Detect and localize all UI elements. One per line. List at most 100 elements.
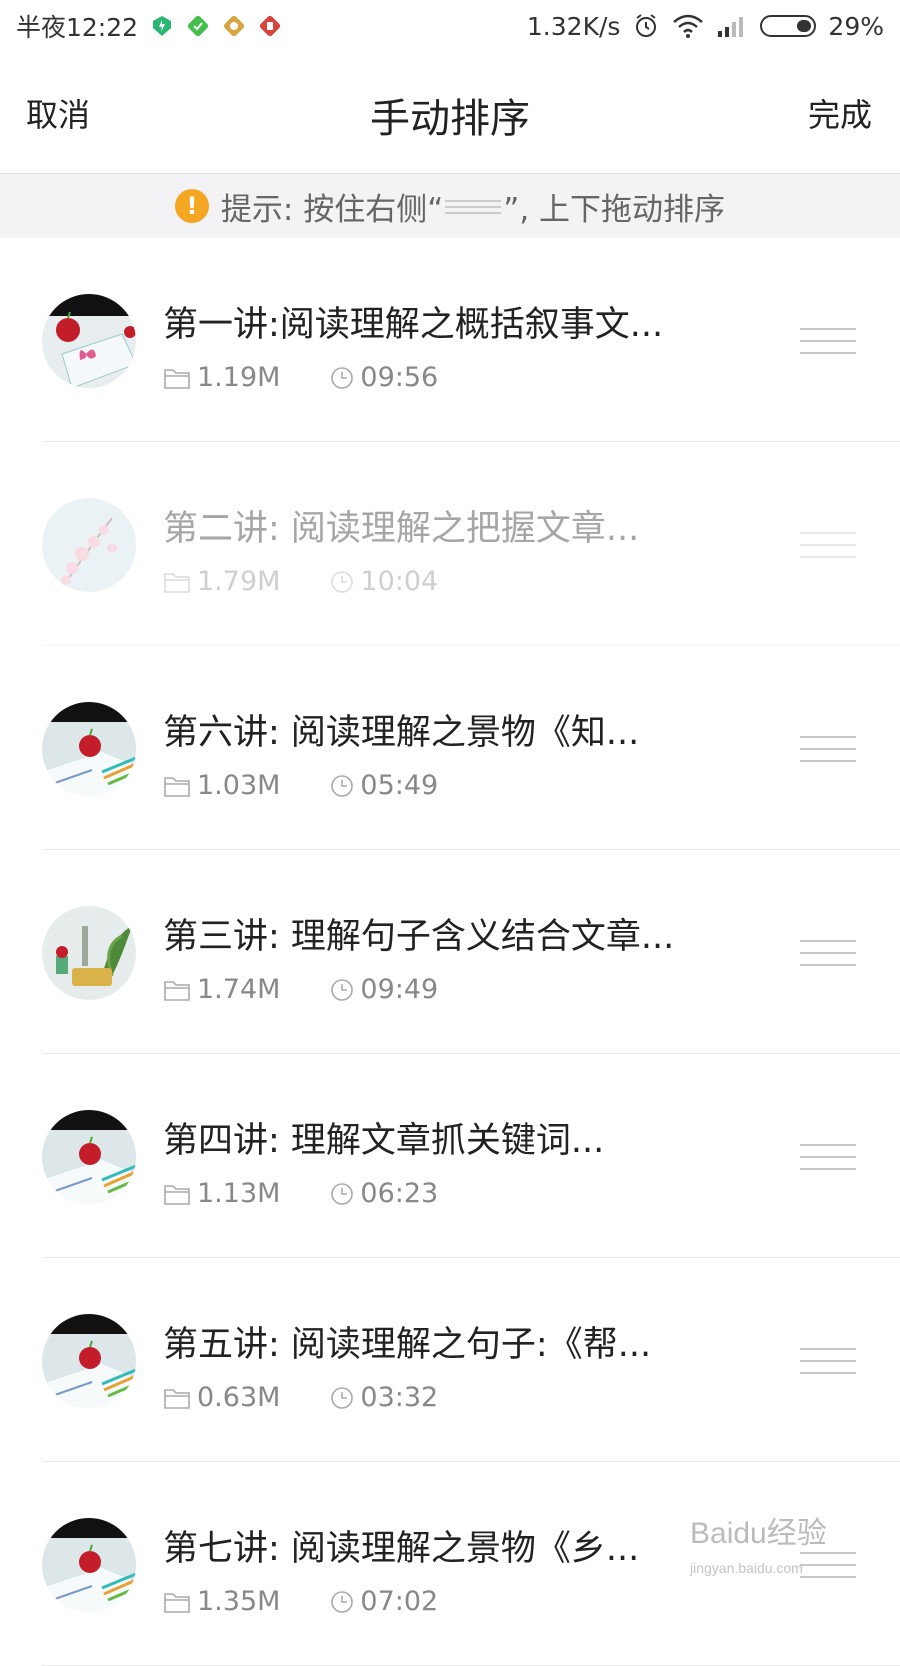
size-group: 1.79M	[163, 566, 280, 597]
gold-diamond-icon	[223, 15, 245, 37]
clock-icon	[331, 366, 354, 389]
lesson-duration: 09:49	[360, 974, 439, 1005]
duration-group: 09:56	[330, 362, 438, 393]
lesson-size: 1.79M	[197, 566, 281, 597]
lesson-row[interactable]: 第六讲: 阅读理解之景物《知... 1.03M 05:49	[0, 646, 900, 850]
lesson-meta: 1.03M 05:49	[163, 770, 438, 801]
lesson-duration: 03:32	[360, 1382, 439, 1413]
duration-group: 07:02	[330, 1586, 438, 1617]
duration-group: 10:04	[330, 566, 438, 597]
hint-suffix: ”, 上下拖动排序	[503, 191, 726, 228]
clock-icon	[331, 1182, 354, 1205]
lesson-duration: 07:02	[360, 1586, 439, 1617]
lesson-meta: 1.74M 09:49	[163, 974, 438, 1005]
clock-icon	[331, 1590, 354, 1613]
lesson-title: 第六讲: 阅读理解之景物《知...	[163, 713, 640, 753]
lesson-title: 第三讲: 理解句子含义结合文章...	[163, 917, 675, 957]
baidu-watermark: Baidu经验	[690, 1517, 827, 1550]
folder-icon	[164, 368, 190, 389]
page-title: 手动排序	[370, 96, 530, 142]
hint-text: 提示: 按住右侧“ ”, 上下拖动排序	[221, 184, 725, 229]
baidu-watermark-url: jingyan.baidu.com	[690, 1560, 803, 1576]
lesson-title: 第五讲: 阅读理解之句子:《帮...	[163, 1325, 652, 1365]
lesson-title: 第七讲: 阅读理解之景物《乡...	[163, 1529, 640, 1569]
wifi-icon	[673, 14, 704, 38]
clock-icon	[331, 978, 354, 1001]
lesson-duration: 05:49	[360, 770, 439, 801]
lesson-size: 1.19M	[197, 362, 281, 393]
hint-bar: ! 提示: 按住右侧“ ”, 上下拖动排序	[0, 174, 900, 238]
green-diamond-icon	[187, 15, 209, 37]
lesson-row[interactable]: 第一讲:阅读理解之概括叙事文... 1.19M 09:56	[0, 238, 900, 442]
lesson-thumbnail	[42, 1314, 136, 1408]
battery-percent: 29%	[828, 11, 884, 41]
size-group: 1.03M	[163, 770, 280, 801]
drag-lines-icon	[445, 196, 502, 216]
folder-icon	[164, 1388, 190, 1409]
red-app-icon	[259, 15, 281, 37]
lesson-meta: 1.35M 07:02	[163, 1586, 438, 1617]
warning-icon: !	[174, 189, 209, 223]
drag-handle-icon[interactable]	[800, 326, 856, 356]
lesson-duration: 06:23	[360, 1178, 439, 1209]
clock-icon	[331, 570, 354, 593]
folder-icon	[164, 1184, 190, 1205]
duration-group: 06:23	[330, 1178, 438, 1209]
signal-icon	[718, 17, 744, 37]
battery-icon	[760, 15, 817, 37]
lesson-thumbnail	[42, 1518, 136, 1612]
lesson-list: 第一讲:阅读理解之概括叙事文... 1.19M 09:56 第二讲: 阅读理解之把握文…	[0, 238, 900, 1666]
folder-icon	[164, 980, 190, 1001]
status-time: 半夜12:22	[16, 13, 139, 42]
done-button[interactable]: 完成	[808, 90, 872, 136]
duration-group: 09:49	[330, 974, 438, 1005]
lesson-row[interactable]: 第四讲: 理解文章抓关键词... 1.13M 06:23	[0, 1054, 900, 1258]
lesson-meta: 1.79M 10:04	[163, 566, 438, 597]
lesson-title: 第四讲: 理解文章抓关键词...	[163, 1121, 605, 1161]
folder-icon	[164, 572, 190, 593]
lesson-size: 1.03M	[197, 770, 281, 801]
alarm-icon	[636, 14, 657, 37]
lesson-thumbnail	[42, 702, 136, 796]
status-bar: 半夜12:22 1.32K/s 29%	[0, 0, 900, 52]
size-group: 1.74M	[163, 974, 280, 1005]
lesson-row[interactable]: 第五讲: 阅读理解之句子:《帮... 0.63M 03:32	[0, 1258, 900, 1462]
clock-icon	[331, 774, 354, 797]
lesson-row[interactable]: 第二讲: 阅读理解之把握文章... 1.79M 10:04	[0, 442, 900, 646]
lesson-thumbnail	[42, 1110, 136, 1204]
lesson-size: 1.13M	[197, 1178, 281, 1209]
lesson-size: 1.35M	[197, 1586, 281, 1617]
drag-handle-icon[interactable]	[800, 1142, 856, 1172]
lesson-title: 第二讲: 阅读理解之把握文章...	[163, 509, 640, 549]
folder-icon	[164, 776, 190, 797]
size-group: 0.63M	[163, 1382, 280, 1413]
net-speed: 1.32K/s	[526, 11, 621, 41]
drag-handle-icon[interactable]	[800, 530, 856, 560]
lesson-thumbnail	[42, 906, 136, 1000]
lesson-row[interactable]: 第三讲: 理解句子含义结合文章... 1.74M 09:49	[0, 850, 900, 1054]
lesson-meta: 0.63M 03:32	[163, 1382, 438, 1413]
drag-handle-icon[interactable]	[800, 1550, 856, 1580]
clock-icon	[331, 1386, 354, 1409]
green-shield-icon	[153, 16, 172, 36]
size-group: 1.35M	[163, 1586, 280, 1617]
lesson-size: 0.63M	[197, 1382, 281, 1413]
status-right: 1.32K/s 29%	[527, 12, 884, 41]
lesson-duration: 09:56	[360, 362, 439, 393]
hint-prefix: 提示: 按住右侧“	[220, 191, 444, 228]
duration-group: 05:49	[330, 770, 438, 801]
folder-icon	[164, 1592, 190, 1613]
lesson-meta: 1.19M 09:56	[163, 362, 438, 393]
lesson-thumbnail	[42, 294, 136, 388]
drag-handle-icon[interactable]	[800, 734, 856, 764]
lesson-thumbnail	[42, 498, 136, 592]
duration-group: 03:32	[330, 1382, 438, 1413]
size-group: 1.13M	[163, 1178, 280, 1209]
status-left: 半夜12:22	[16, 8, 282, 44]
lesson-meta: 1.13M 06:23	[163, 1178, 438, 1209]
lesson-title: 第一讲:阅读理解之概括叙事文...	[163, 305, 664, 345]
drag-handle-icon[interactable]	[800, 1346, 856, 1376]
drag-handle-icon[interactable]	[800, 938, 856, 968]
title-bar: 取消 手动排序 完成	[0, 52, 900, 174]
lesson-duration: 10:04	[360, 566, 439, 597]
